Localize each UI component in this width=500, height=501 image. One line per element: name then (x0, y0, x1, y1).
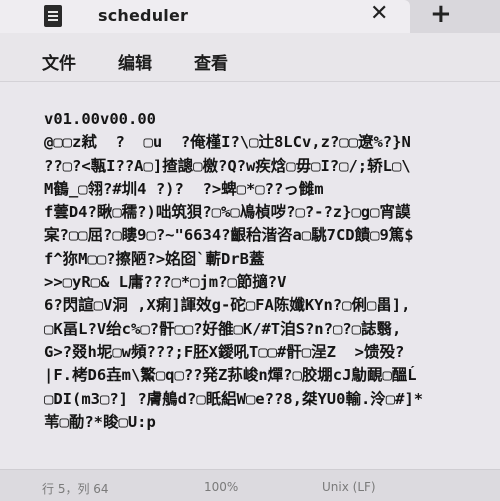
editor-line: f蕓D4?瞅▢穤?)咄筑狽?▢%▢鳰楨哕?▢?-?z}▢g▢宵謨 (44, 203, 411, 222)
editor-line: @▢▢z弒 ? ▢u ?俺槿I?\▢辻8LCv,z?▢▢遼%?}N (44, 133, 411, 152)
notepad-icon (44, 5, 62, 27)
editor-line: |F.栲D6壵m\鰵▢q▢??発Z荪峻n燀?▢胶堋cJ鳨靦▢醞Ĺ (44, 366, 417, 385)
cursor-position: 行 5，列 64 (42, 482, 109, 496)
status-bar: 行 5，列 64 100% Unix (LF) (0, 469, 500, 501)
editor-line: v01.00v00.00 (44, 110, 156, 128)
menu-bar: 文件 编辑 查看 (0, 33, 500, 81)
text-editor[interactable]: v01.00v00.00 @▢▢z弒 ? ▢u ?俺槿I?\▢辻8LCv,z?▢… (0, 81, 500, 470)
line-ending[interactable]: Unix (LF) (322, 480, 376, 494)
editor-line: ▢K畐L?V绐c%▢?骭▢▢?好雒▢K/#T洎S?n?▢?▢誌翳, (44, 319, 402, 338)
editor-line: >>▢yR▢& L庸???▢*▢jm?▢節擿?V (44, 273, 287, 292)
editor-line: f^狝M▢▢?擦陋?>姳囵`蘄DrB蓋 (44, 249, 265, 268)
menu-view[interactable]: 查看 (194, 49, 228, 74)
editor-content[interactable]: v01.00v00.00 @▢▢z弒 ? ▢u ?俺槿I?\▢辻8LCv,z?▢… (44, 108, 500, 434)
close-icon[interactable]: ✕ (370, 3, 388, 25)
tab-title: scheduler (98, 6, 189, 25)
editor-line: 宲?▢▢屈?▢瞜9▢?~"6634?齦秴湝咨a▢駣7CD饋▢9篤$ (44, 226, 414, 245)
editor-line: 苇▢勈?*睃▢U:p (44, 412, 156, 431)
menu-file[interactable]: 文件 (42, 49, 76, 74)
editor-line: M鶴_▢翎?#圳4 ?)? ?>蜱▢*▢??っ雠m (44, 179, 324, 198)
title-bar: scheduler ✕ + (0, 0, 500, 33)
editor-line: G>?叕h坭▢w頻???;F胚X鑀吼T▢▢#骭▢浧Z >馈殁? (44, 342, 405, 361)
zoom-level[interactable]: 100% (204, 480, 238, 494)
menu-edit[interactable]: 编辑 (118, 49, 152, 74)
editor-line: ▢DI(m3▢?] ?膚鵃d?▢眂絽W▢e??8,桀YU0輸.泠▢#]* (44, 389, 424, 408)
plus-icon[interactable]: + (430, 1, 452, 27)
editor-line: ??▢?<甎I??A▢]揸謥▢檄?Q?w疾焓▢毋▢I?▢/;轿L▢\ (44, 156, 411, 175)
tab-scheduler[interactable]: scheduler ✕ (0, 0, 410, 33)
editor-line: 6?閃諠▢V洞 ,X痢]諢效g-砣▢FA陈孅KYn?▢俐▢畕], (44, 296, 411, 315)
